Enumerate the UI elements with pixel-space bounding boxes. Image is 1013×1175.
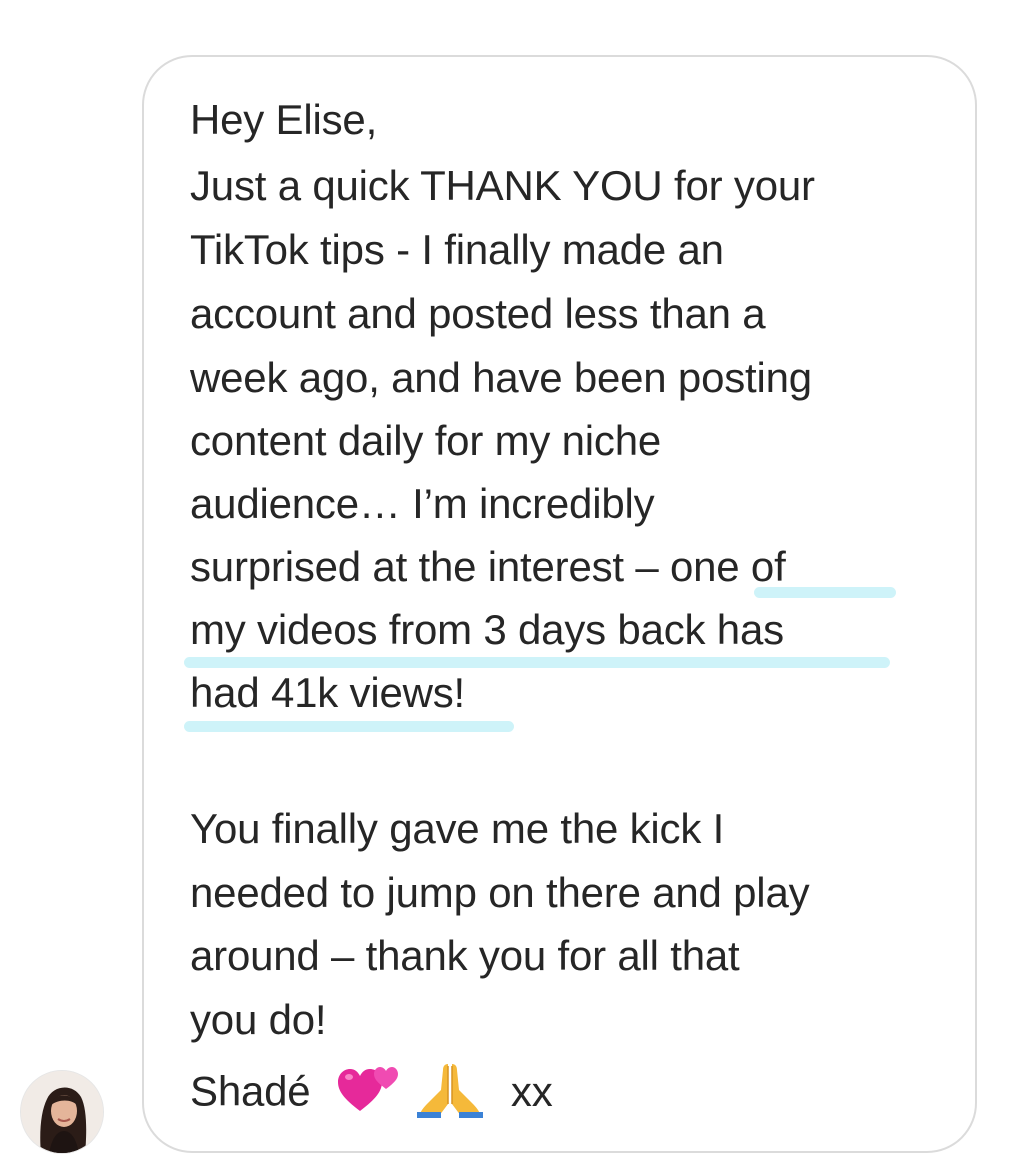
message-line: audience… I’m incredibly [190,480,655,527]
signature-name: Shadé [190,1067,311,1115]
message-line: surprised at the interest – one of [190,543,786,590]
signature-closing: xx [510,1067,553,1115]
highlight-underline [184,721,514,732]
message-signature: Shadé xx [190,1060,553,1129]
message-bubble [142,55,977,1153]
message-line: content daily for my niche [190,417,662,464]
message-line: account and posted less than a [190,290,766,337]
highlight-underline [184,657,890,668]
message-line: around – thank you for all that [190,932,740,979]
message-line: needed to jump on there and play [190,869,810,916]
message-line: Just a quick THANK YOU for your [190,162,815,209]
avatar-photo-icon [21,1071,103,1153]
message-line: TikTok tips - I finally made an [190,226,724,273]
message-line: week ago, and have been posting [190,354,812,401]
message-line: my videos from 3 days back has [190,606,784,653]
message-line-greeting: Hey Elise, [190,96,378,143]
avatar[interactable] [20,1070,104,1154]
folded-hands-emoji [415,1060,485,1129]
two-hearts-emoji [336,1063,400,1126]
message-line: You finally gave me the kick I [190,805,725,852]
message-line: had 41k views! [190,669,466,716]
message-line: you do! [190,996,327,1043]
